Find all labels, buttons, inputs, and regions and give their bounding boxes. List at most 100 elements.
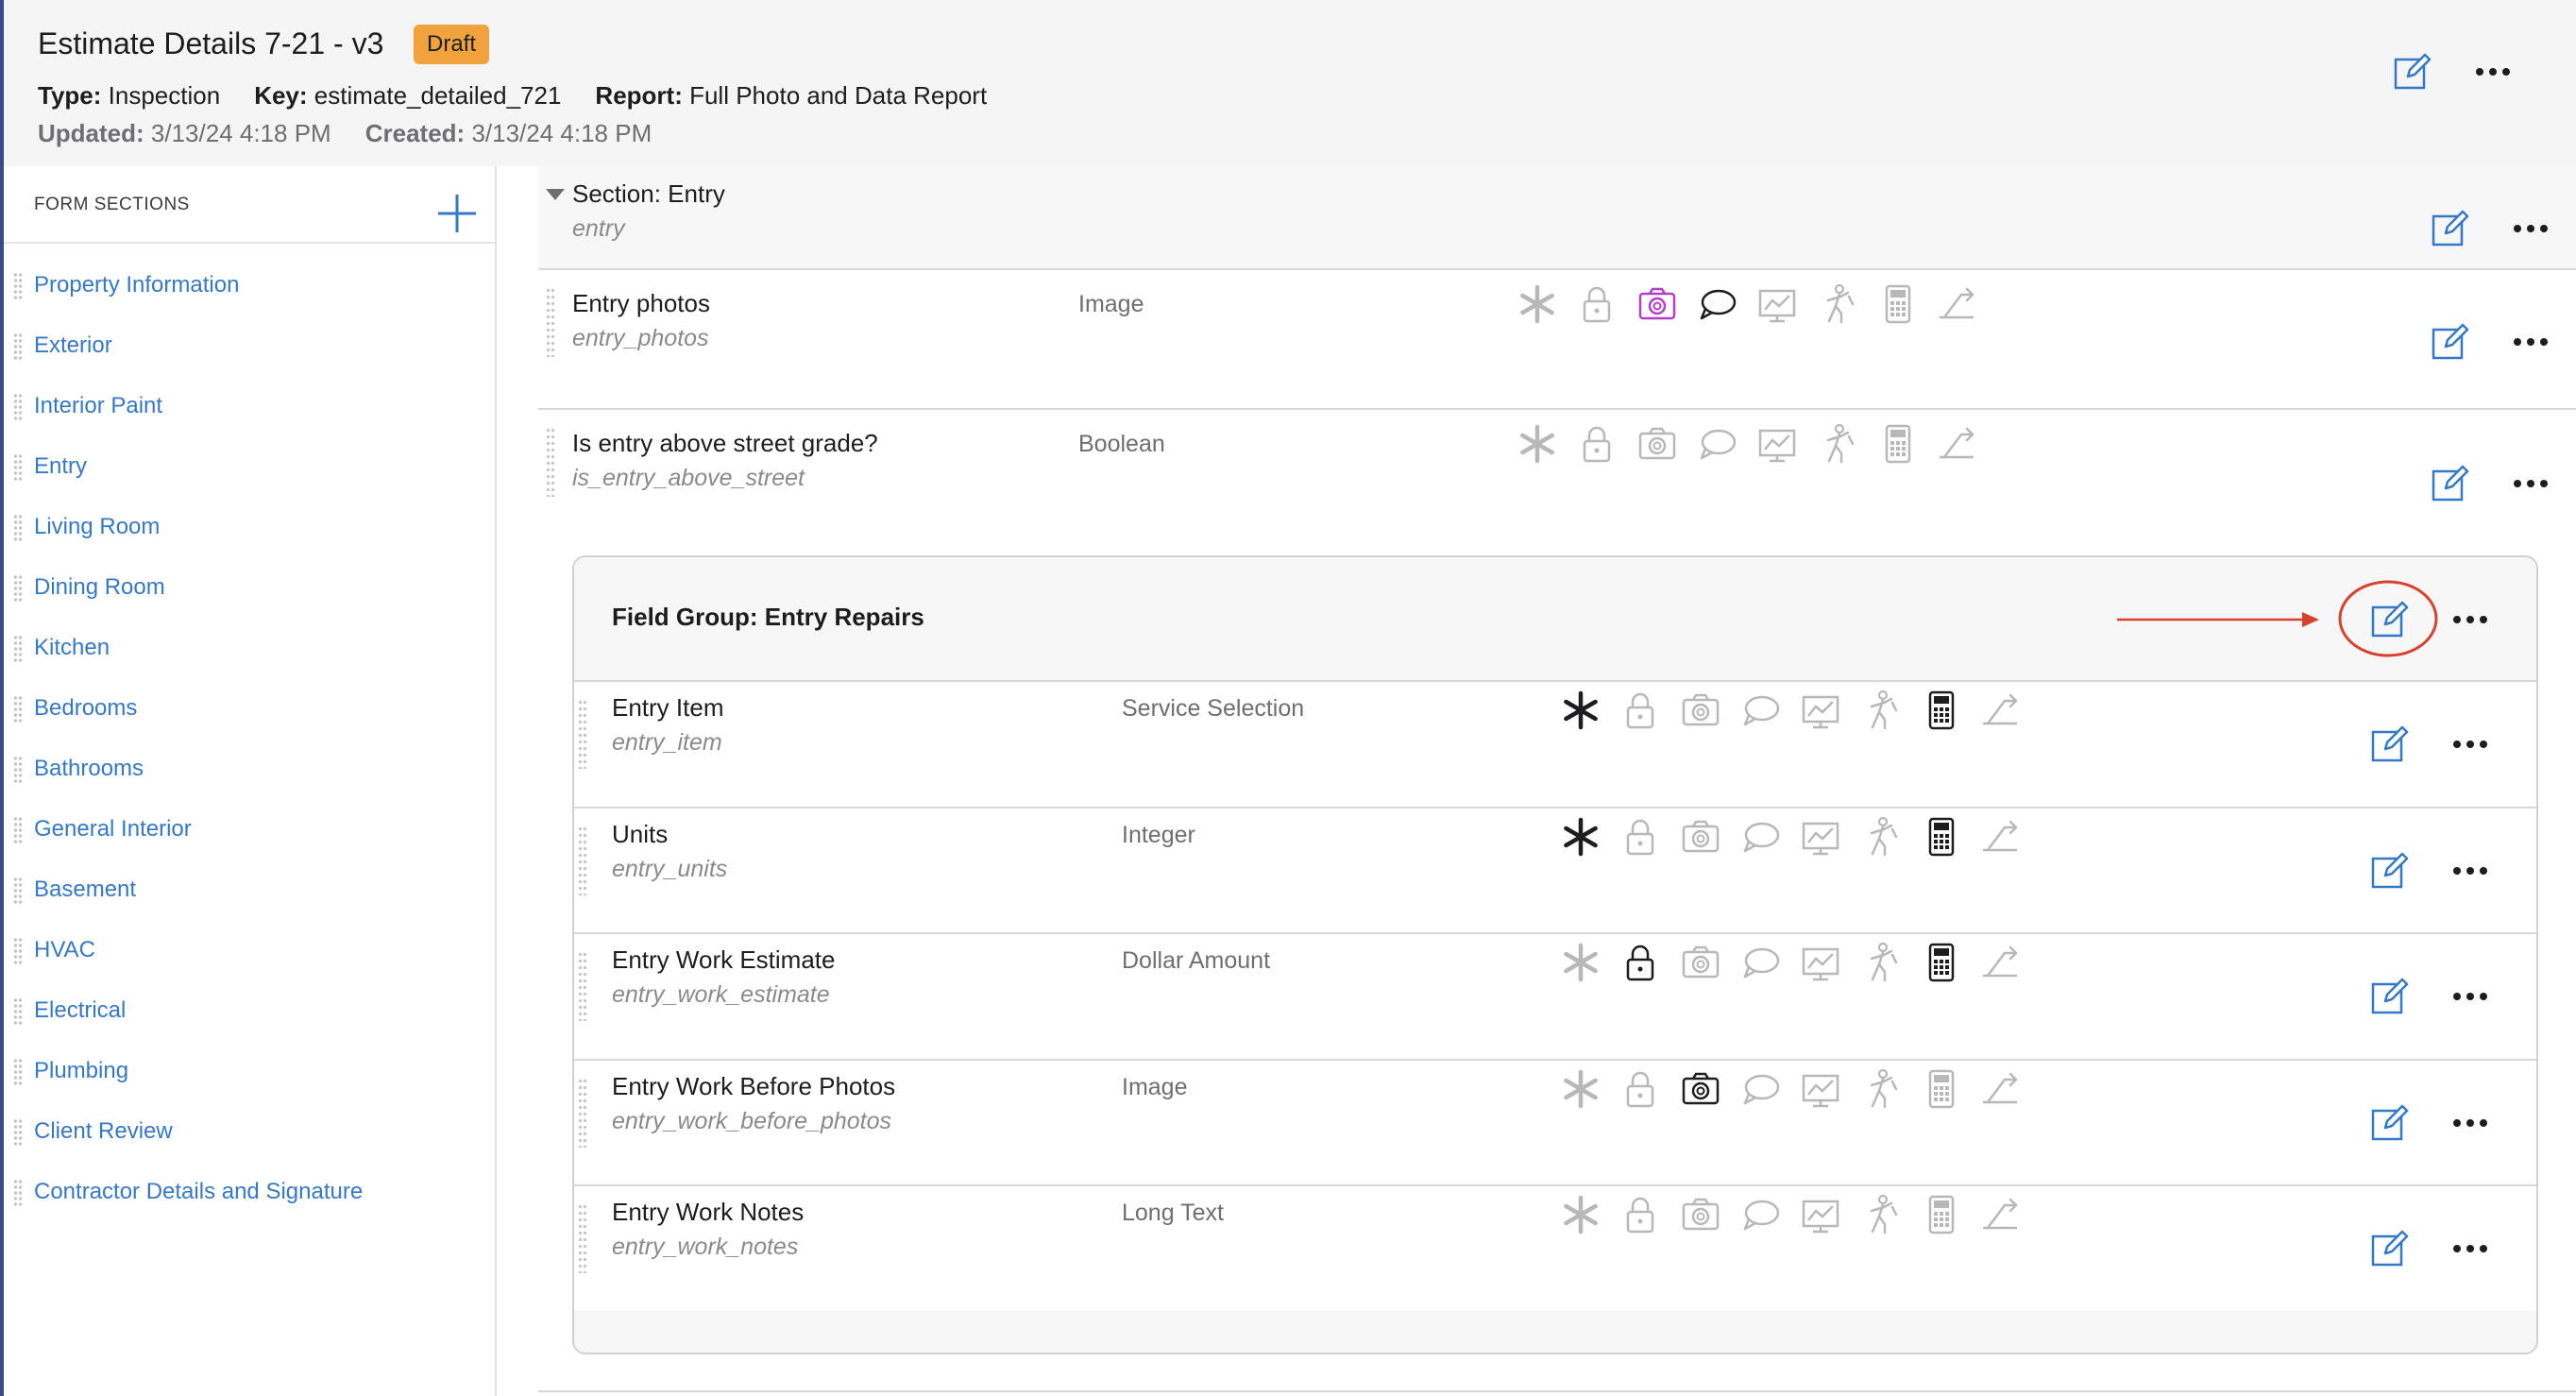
comment-icon[interactable] [1740, 816, 1782, 858]
sidebar-item-exterior[interactable]: Exterior [4, 325, 495, 368]
calculator-icon[interactable] [1877, 283, 1919, 325]
edit-icon[interactable] [2368, 1228, 2410, 1269]
figure-icon[interactable] [1817, 423, 1858, 465]
drag-handle[interactable] [13, 514, 23, 542]
star-icon[interactable] [1560, 816, 1602, 858]
sidebar-item-contractor-details[interactable]: Contractor Details and Signature [4, 1171, 495, 1215]
edit-icon[interactable] [2368, 850, 2410, 892]
edit-icon[interactable] [2429, 208, 2470, 249]
edit-icon[interactable] [2368, 976, 2410, 1017]
drag-handle[interactable] [546, 427, 555, 497]
calculator-icon[interactable] [1921, 1068, 1962, 1110]
more-icon[interactable] [2472, 51, 2514, 93]
plus-icon[interactable] [434, 191, 480, 236]
lock-icon[interactable] [1619, 816, 1661, 858]
drag-handle[interactable] [13, 877, 23, 905]
camera-icon[interactable] [1680, 1068, 1721, 1110]
chart-icon[interactable] [1800, 1194, 1841, 1235]
lock-icon[interactable] [1576, 283, 1618, 325]
figure-icon[interactable] [1860, 942, 1902, 983]
drag-handle[interactable] [13, 1058, 23, 1086]
sidebar-item-interior-paint[interactable]: Interior Paint [4, 385, 495, 429]
chart-icon[interactable] [1800, 1068, 1841, 1110]
sidebar-item-dining-room[interactable]: Dining Room [4, 567, 495, 610]
comment-icon[interactable] [1740, 1194, 1782, 1235]
comment-icon[interactable] [1740, 1068, 1782, 1110]
drag-handle[interactable] [13, 272, 23, 300]
drag-handle[interactable] [578, 699, 587, 769]
drag-handle[interactable] [13, 332, 23, 361]
drag-handle[interactable] [13, 756, 23, 784]
sidebar-item-basement[interactable]: Basement [4, 869, 495, 912]
comment-icon[interactable] [1740, 942, 1782, 983]
more-icon[interactable] [2449, 724, 2491, 765]
figure-icon[interactable] [1860, 1068, 1902, 1110]
star-icon[interactable] [1517, 283, 1558, 325]
chart-icon[interactable] [1800, 689, 1841, 731]
calculator-icon[interactable] [1921, 816, 1962, 858]
sidebar-item-entry[interactable]: Entry [4, 446, 495, 489]
branch-icon[interactable] [1980, 689, 2022, 731]
drag-handle[interactable] [578, 951, 587, 1021]
edit-icon[interactable] [2368, 599, 2410, 640]
sidebar-item-plumbing[interactable]: Plumbing [4, 1050, 495, 1094]
lock-icon[interactable] [1576, 423, 1618, 465]
drag-handle[interactable] [578, 1078, 587, 1148]
sidebar-item-property-information[interactable]: Property Information [4, 264, 495, 308]
more-icon[interactable] [2449, 850, 2491, 892]
drag-handle[interactable] [578, 1203, 587, 1273]
sidebar-item-bedrooms[interactable]: Bedrooms [4, 688, 495, 731]
sidebar-item-general-interior[interactable]: General Interior [4, 809, 495, 852]
figure-icon[interactable] [1860, 689, 1902, 731]
star-icon[interactable] [1517, 423, 1558, 465]
figure-icon[interactable] [1817, 283, 1858, 325]
chart-icon[interactable] [1800, 816, 1841, 858]
camera-icon[interactable] [1680, 1194, 1721, 1235]
camera-icon[interactable] [1680, 689, 1721, 731]
more-icon[interactable] [2449, 599, 2491, 640]
drag-handle[interactable] [13, 997, 23, 1026]
more-icon[interactable] [2510, 463, 2551, 504]
more-icon[interactable] [2510, 208, 2551, 249]
more-icon[interactable] [2449, 1102, 2491, 1144]
calculator-icon[interactable] [1877, 423, 1919, 465]
collapse-caret-icon[interactable] [546, 189, 565, 200]
sidebar-item-hvac[interactable]: HVAC [4, 929, 495, 973]
chart-icon[interactable] [1800, 942, 1841, 983]
drag-handle[interactable] [13, 695, 23, 724]
more-icon[interactable] [2449, 1228, 2491, 1269]
drag-handle[interactable] [546, 287, 555, 357]
figure-icon[interactable] [1860, 1194, 1902, 1235]
calculator-icon[interactable] [1921, 942, 1962, 983]
drag-handle[interactable] [13, 635, 23, 663]
edit-icon[interactable] [2429, 321, 2470, 363]
drag-handle[interactable] [13, 1179, 23, 1207]
calculator-icon[interactable] [1921, 689, 1962, 731]
drag-handle[interactable] [13, 393, 23, 421]
sidebar-item-electrical[interactable]: Electrical [4, 990, 495, 1033]
chart-icon[interactable] [1756, 423, 1798, 465]
drag-handle[interactable] [13, 453, 23, 482]
edit-icon[interactable] [2368, 724, 2410, 765]
edit-icon[interactable] [2391, 51, 2432, 93]
chart-icon[interactable] [1756, 283, 1798, 325]
lock-icon[interactable] [1619, 942, 1661, 983]
branch-icon[interactable] [1980, 1194, 2022, 1235]
sidebar-item-kitchen[interactable]: Kitchen [4, 627, 495, 671]
drag-handle[interactable] [13, 574, 23, 603]
camera-icon[interactable] [1636, 423, 1678, 465]
comment-icon[interactable] [1697, 423, 1738, 465]
more-icon[interactable] [2510, 321, 2551, 363]
star-icon[interactable] [1560, 942, 1602, 983]
more-icon[interactable] [2449, 976, 2491, 1017]
drag-handle[interactable] [13, 1118, 23, 1147]
branch-icon[interactable] [1980, 816, 2022, 858]
figure-icon[interactable] [1860, 816, 1902, 858]
sidebar-item-client-review[interactable]: Client Review [4, 1111, 495, 1154]
star-icon[interactable] [1560, 1068, 1602, 1110]
drag-handle[interactable] [13, 937, 23, 965]
sidebar-item-bathrooms[interactable]: Bathrooms [4, 748, 495, 792]
comment-icon[interactable] [1697, 283, 1738, 325]
lock-icon[interactable] [1619, 1068, 1661, 1110]
comment-icon[interactable] [1740, 689, 1782, 731]
